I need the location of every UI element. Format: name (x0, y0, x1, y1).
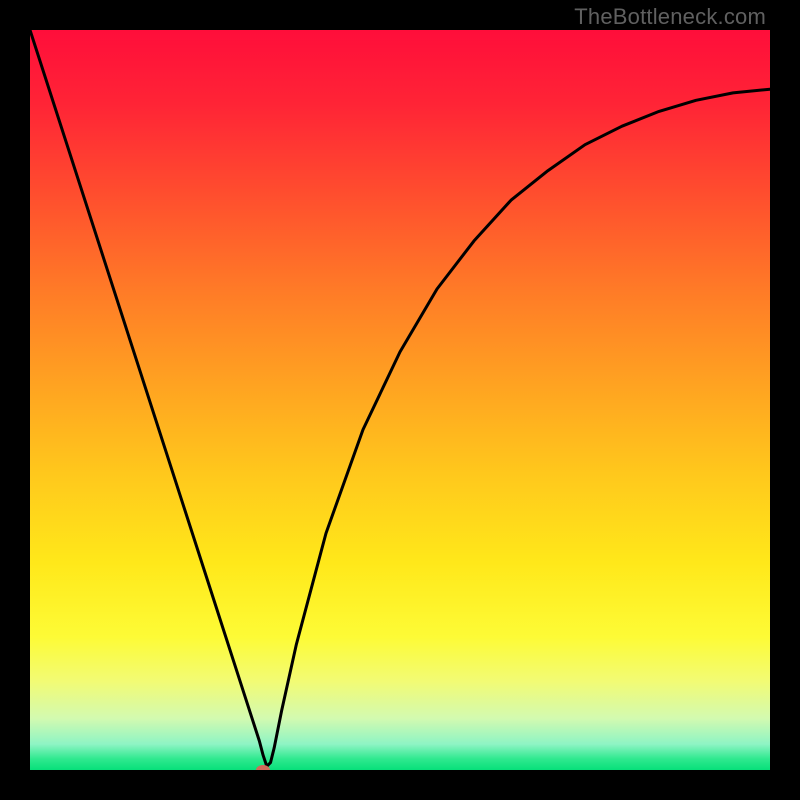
minimum-marker (256, 765, 270, 770)
chart-frame: TheBottleneck.com (0, 0, 800, 800)
bottleneck-curve (30, 30, 770, 766)
plot-area (30, 30, 770, 770)
curve-layer (30, 30, 770, 770)
attribution-text: TheBottleneck.com (574, 4, 766, 30)
